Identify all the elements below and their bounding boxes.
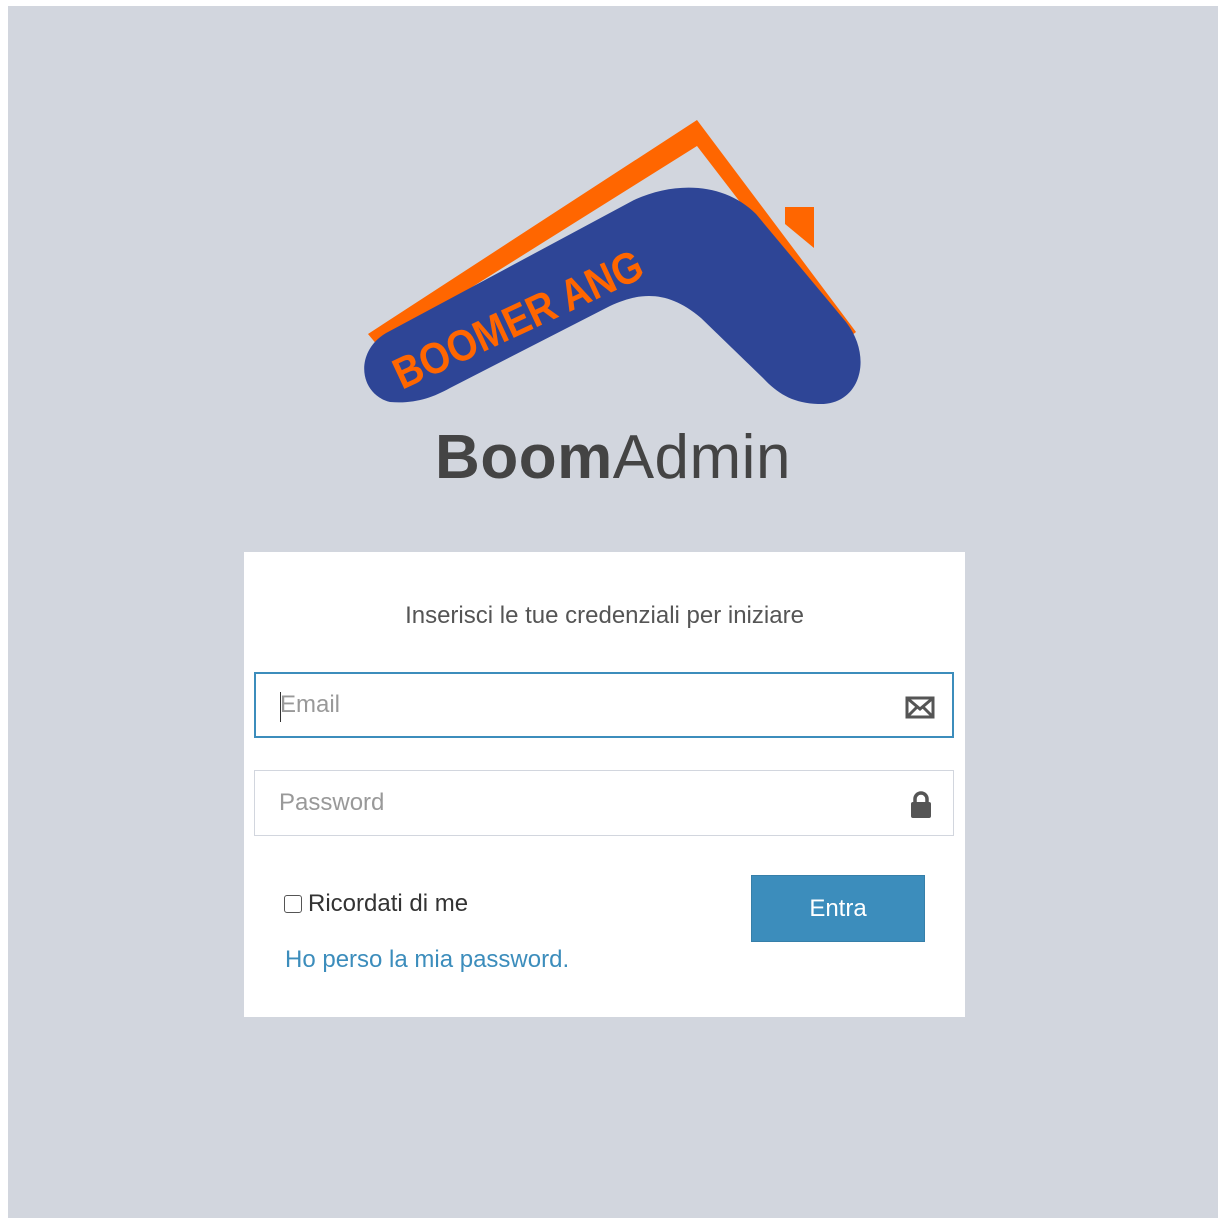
forgot-password-link[interactable]: Ho perso la mia password.	[285, 946, 569, 974]
lock-icon	[911, 791, 931, 818]
envelope-icon	[905, 696, 935, 719]
email-input[interactable]	[280, 674, 880, 736]
submit-button[interactable]: Entra	[751, 875, 925, 942]
password-field-wrapper	[254, 770, 954, 836]
remember-me[interactable]: Ricordati di me	[284, 890, 468, 918]
login-page: BOOMER ANG BoomAdmin Inserisci le tue cr…	[8, 6, 1218, 1218]
password-input[interactable]	[279, 771, 879, 835]
email-field-wrapper	[254, 672, 954, 738]
brand-bold: Boom	[435, 423, 613, 492]
login-message: Inserisci le tue credenziali per iniziar…	[405, 602, 804, 629]
boomerang-logo: BOOMER ANG	[348, 114, 878, 424]
text-caret	[280, 692, 281, 722]
app-brand: BoomAdmin	[8, 420, 1218, 496]
remember-label: Ricordati di me	[308, 890, 469, 917]
brand-light: Admin	[612, 423, 791, 492]
boomerang-logo-graphic: BOOMER ANG	[364, 120, 861, 405]
remember-checkbox[interactable]	[284, 895, 302, 913]
login-box: Inserisci le tue credenziali per iniziar…	[244, 552, 965, 1017]
